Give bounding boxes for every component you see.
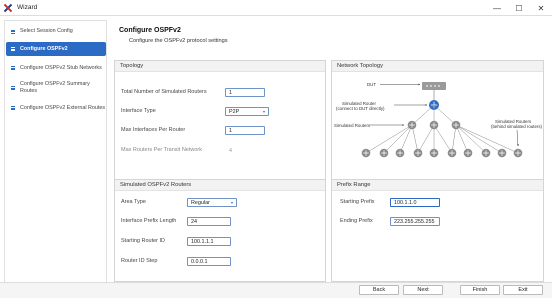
finish-button[interactable]: Finish [460,285,500,295]
wizard-footer: Back Next Finish Exit [0,282,552,298]
area-type-label: Area Type [121,199,146,205]
menu-lines-icon [6,46,20,51]
starting-router-id-input[interactable]: 100.1.1.1 [187,237,231,246]
starting-router-id-row: Starting Router ID [121,238,165,244]
area-type-row: Area Type [121,199,146,205]
ending-prefix-input[interactable]: 223.255.255.255 [390,217,440,226]
router-icon [447,148,457,158]
menu-lines-icon [6,29,20,34]
exit-button[interactable]: Exit [503,285,543,295]
sidebar-item-label: Configure OSPFv2 Stub Networks [20,64,102,71]
router-id-step-input[interactable]: 0.0.0.1 [187,257,231,266]
wizard-sidebar: Select Session Config Configure OSPFv2 C… [4,20,107,284]
sidebar-item-select-session-config[interactable]: Select Session Config [6,27,106,36]
window-title: Wizard [17,4,38,11]
chevron-down-icon [263,111,265,113]
router-icon [361,148,371,158]
sidebar-item-label: Configure OSPFv2 Summary Routes [20,81,90,94]
ending-prefix-row: Ending Prefix [340,218,373,224]
menu-lines-icon [6,105,20,110]
sidebar-item-label: Configure OSPFv2 [20,45,68,52]
behind-routers-sub-label: (behind simulated routers) [491,124,543,129]
router-icon [379,148,389,158]
simulated-routers-panel: Simulated OSPFv2 Routers Area Type Regul… [114,179,326,282]
interface-type-row: Interface Type [121,108,156,114]
router-icon [429,120,439,130]
area-type-select[interactable]: Regular [187,198,237,207]
router-icon [451,120,461,130]
area-type-value: Regular [191,199,210,206]
panel-title: Simulated OSPFv2 Routers [115,180,325,191]
prefix-length-row: Interface Prefix Length [121,218,176,224]
router-icon [407,120,417,130]
router-icon [429,148,439,158]
max-routers-transit-input: 4 [225,146,265,155]
back-button[interactable]: Back [359,285,399,295]
ending-prefix-label: Ending Prefix [340,218,373,224]
router-icon [413,148,423,158]
router-icon [481,148,491,158]
dut-label: DUT [367,82,376,87]
next-button[interactable]: Next [403,285,443,295]
close-button[interactable]: ✕ [530,0,552,16]
router-icon [395,148,405,158]
maximize-button[interactable]: ☐ [508,0,530,16]
network-topology-diagram: DUT Simulated Router (connect to DUT dir… [334,82,543,158]
sidebar-item-configure-ospfv2-external-routes[interactable]: Configure OSPFv2 External Routes [6,100,106,116]
num-routers-label: Total Number of Simulated Routers [121,89,207,95]
interface-type-select[interactable]: P2P [225,107,269,116]
sidebar-item-label: Configure OSPFv2 External Routes [20,104,106,111]
num-routers-input[interactable]: 1 [225,88,265,97]
page-subtitle: Configure the OSPFv2 protocol settings [129,38,228,44]
panel-title: Prefix Range [332,180,543,191]
router-icon [513,148,523,158]
num-routers-row: Total Number of Simulated Routers [121,89,207,95]
menu-lines-icon [6,65,20,70]
title-bar: Wizard — ☐ ✕ [0,0,552,16]
starting-prefix-row: Starting Prefix [340,199,375,205]
simulated-routers-label: Simulated Routers [334,123,371,128]
topology-panel: Topology Total Number of Simulated Route… [114,60,326,182]
chevron-down-icon [231,202,233,204]
max-interfaces-row: Max Interfaces Per Router [121,127,185,133]
prefix-length-input[interactable]: 24 [187,217,231,226]
minimize-button[interactable]: — [486,0,508,16]
simulated-router-sub-label: (connect to DUT directly) [336,106,385,111]
panel-title: Network Topology [332,61,543,72]
menu-lines-icon [6,85,20,90]
sidebar-item-configure-ospfv2[interactable]: Configure OSPFv2 [6,42,106,56]
starting-prefix-label: Starting Prefix [340,199,375,205]
router-icon [463,148,473,158]
interface-type-label: Interface Type [121,108,156,114]
prefix-length-label: Interface Prefix Length [121,218,177,224]
window-controls: — ☐ ✕ [486,0,552,16]
dut-device-icon [422,82,446,90]
panel-title: Topology [115,61,325,72]
max-routers-transit-label: Max Routers Per Transit Network [121,147,202,153]
max-interfaces-input[interactable]: 1 [225,126,265,135]
arrow-icon [516,129,519,147]
sidebar-item-configure-ospfv2-stub-networks[interactable]: Configure OSPFv2 Stub Networks [6,60,106,76]
prefix-range-panel: Prefix Range Starting Prefix 100.1.1.0 E… [331,179,544,282]
sidebar-item-configure-ospfv2-summary-routes[interactable]: Configure OSPFv2 Summary Routes [6,80,106,96]
max-routers-transit-row: Max Routers Per Transit Network [121,147,202,153]
network-topology-panel: Network Topology DUT Simulated Router (c… [331,60,544,182]
starting-prefix-input[interactable]: 100.1.1.0 [390,198,440,207]
page-title: Configure OSPFv2 [119,27,181,34]
app-logo-icon [4,4,12,12]
router-icon [497,148,507,158]
interface-type-value: P2P [229,108,240,115]
router-id-step-label: Router ID Step [121,258,158,264]
max-interfaces-label: Max Interfaces Per Router [121,127,186,133]
starting-router-id-label: Starting Router ID [121,238,166,244]
main-content: Configure OSPFv2 Configure the OSPFv2 pr… [112,20,548,282]
sidebar-item-label: Select Session Config [20,28,73,34]
router-id-step-row: Router ID Step [121,258,157,264]
